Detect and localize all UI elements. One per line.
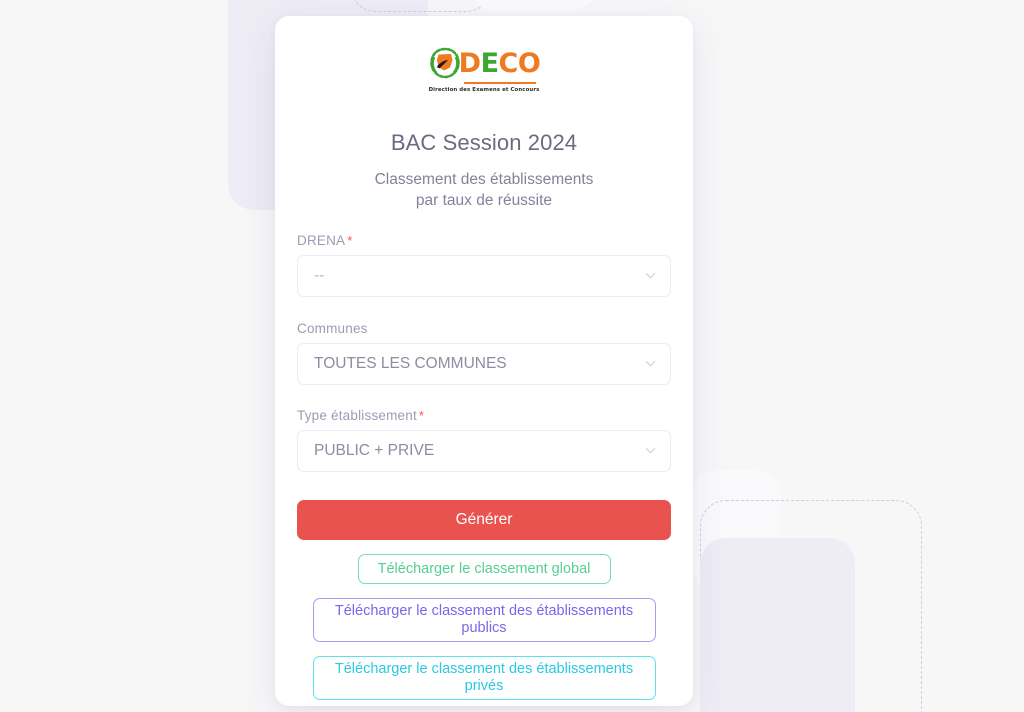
field-type-etablissement: Type établissement * PUBLIC + PRIVE	[297, 408, 671, 473]
drena-label-text: DRENA	[297, 233, 346, 249]
communes-select-value: TOUTES LES COMMUNES	[314, 355, 507, 373]
drena-required-marker: *	[347, 233, 353, 249]
drena-select[interactable]: --	[297, 255, 671, 298]
type-etablissement-select[interactable]: PUBLIC + PRIVE	[297, 430, 671, 473]
drena-select-value: --	[314, 267, 325, 285]
logo-letter-d: D	[458, 47, 481, 79]
page-subtitle-line1: Classement des établissements	[374, 171, 594, 189]
download-public-button[interactable]: Télécharger le classement des établissem…	[312, 598, 656, 643]
page-title: BAC Session 2024	[390, 129, 578, 155]
form-card: DECO Direction des Examens et Concours B…	[275, 16, 693, 706]
logo-letter-e: E	[480, 47, 499, 79]
logo-wordmark: DECO	[459, 50, 541, 77]
chevron-down-icon	[645, 270, 656, 281]
field-drena: DRENA * --	[297, 233, 671, 298]
logo-underline	[464, 82, 536, 84]
decoration-white-square-top	[468, 0, 598, 10]
download-buttons: Télécharger le classement global Télécha…	[297, 554, 671, 701]
deco-emblem-icon	[428, 46, 462, 80]
generate-button[interactable]: Générer	[297, 500, 671, 541]
type-etablissement-label: Type établissement *	[297, 408, 671, 423]
page-subtitle-line2: par taux de réussite	[415, 191, 553, 209]
page-subtitle: Classement des établissements par taux d…	[275, 170, 693, 211]
type-etablissement-required-marker: *	[418, 408, 425, 424]
ranking-form: DRENA * -- Communes TOUTES LES COMMUNES T…	[275, 233, 693, 706]
field-communes: Communes TOUTES LES COMMUNES	[297, 321, 671, 386]
chevron-down-icon	[645, 358, 656, 369]
logo: DECO Direction des Examens et Concours	[275, 16, 693, 93]
logo-letters-co: CO	[498, 47, 541, 79]
decoration-square-bottom-right	[700, 538, 855, 712]
chevron-down-icon	[645, 445, 656, 456]
logo-tagline: Direction des Examens et Concours	[428, 86, 540, 93]
communes-label-text: Communes	[297, 321, 368, 337]
drena-label: DRENA *	[297, 233, 671, 248]
communes-select[interactable]: TOUTES LES COMMUNES	[297, 343, 671, 386]
download-global-button[interactable]: Télécharger le classement global	[357, 554, 611, 585]
type-etablissement-label-text: Type établissement	[297, 408, 417, 424]
download-private-button[interactable]: Télécharger le classement des établissem…	[312, 656, 656, 701]
type-etablissement-select-value: PUBLIC + PRIVE	[314, 442, 435, 460]
decoration-dashed-square-top	[350, 0, 492, 12]
communes-label: Communes	[297, 321, 671, 336]
